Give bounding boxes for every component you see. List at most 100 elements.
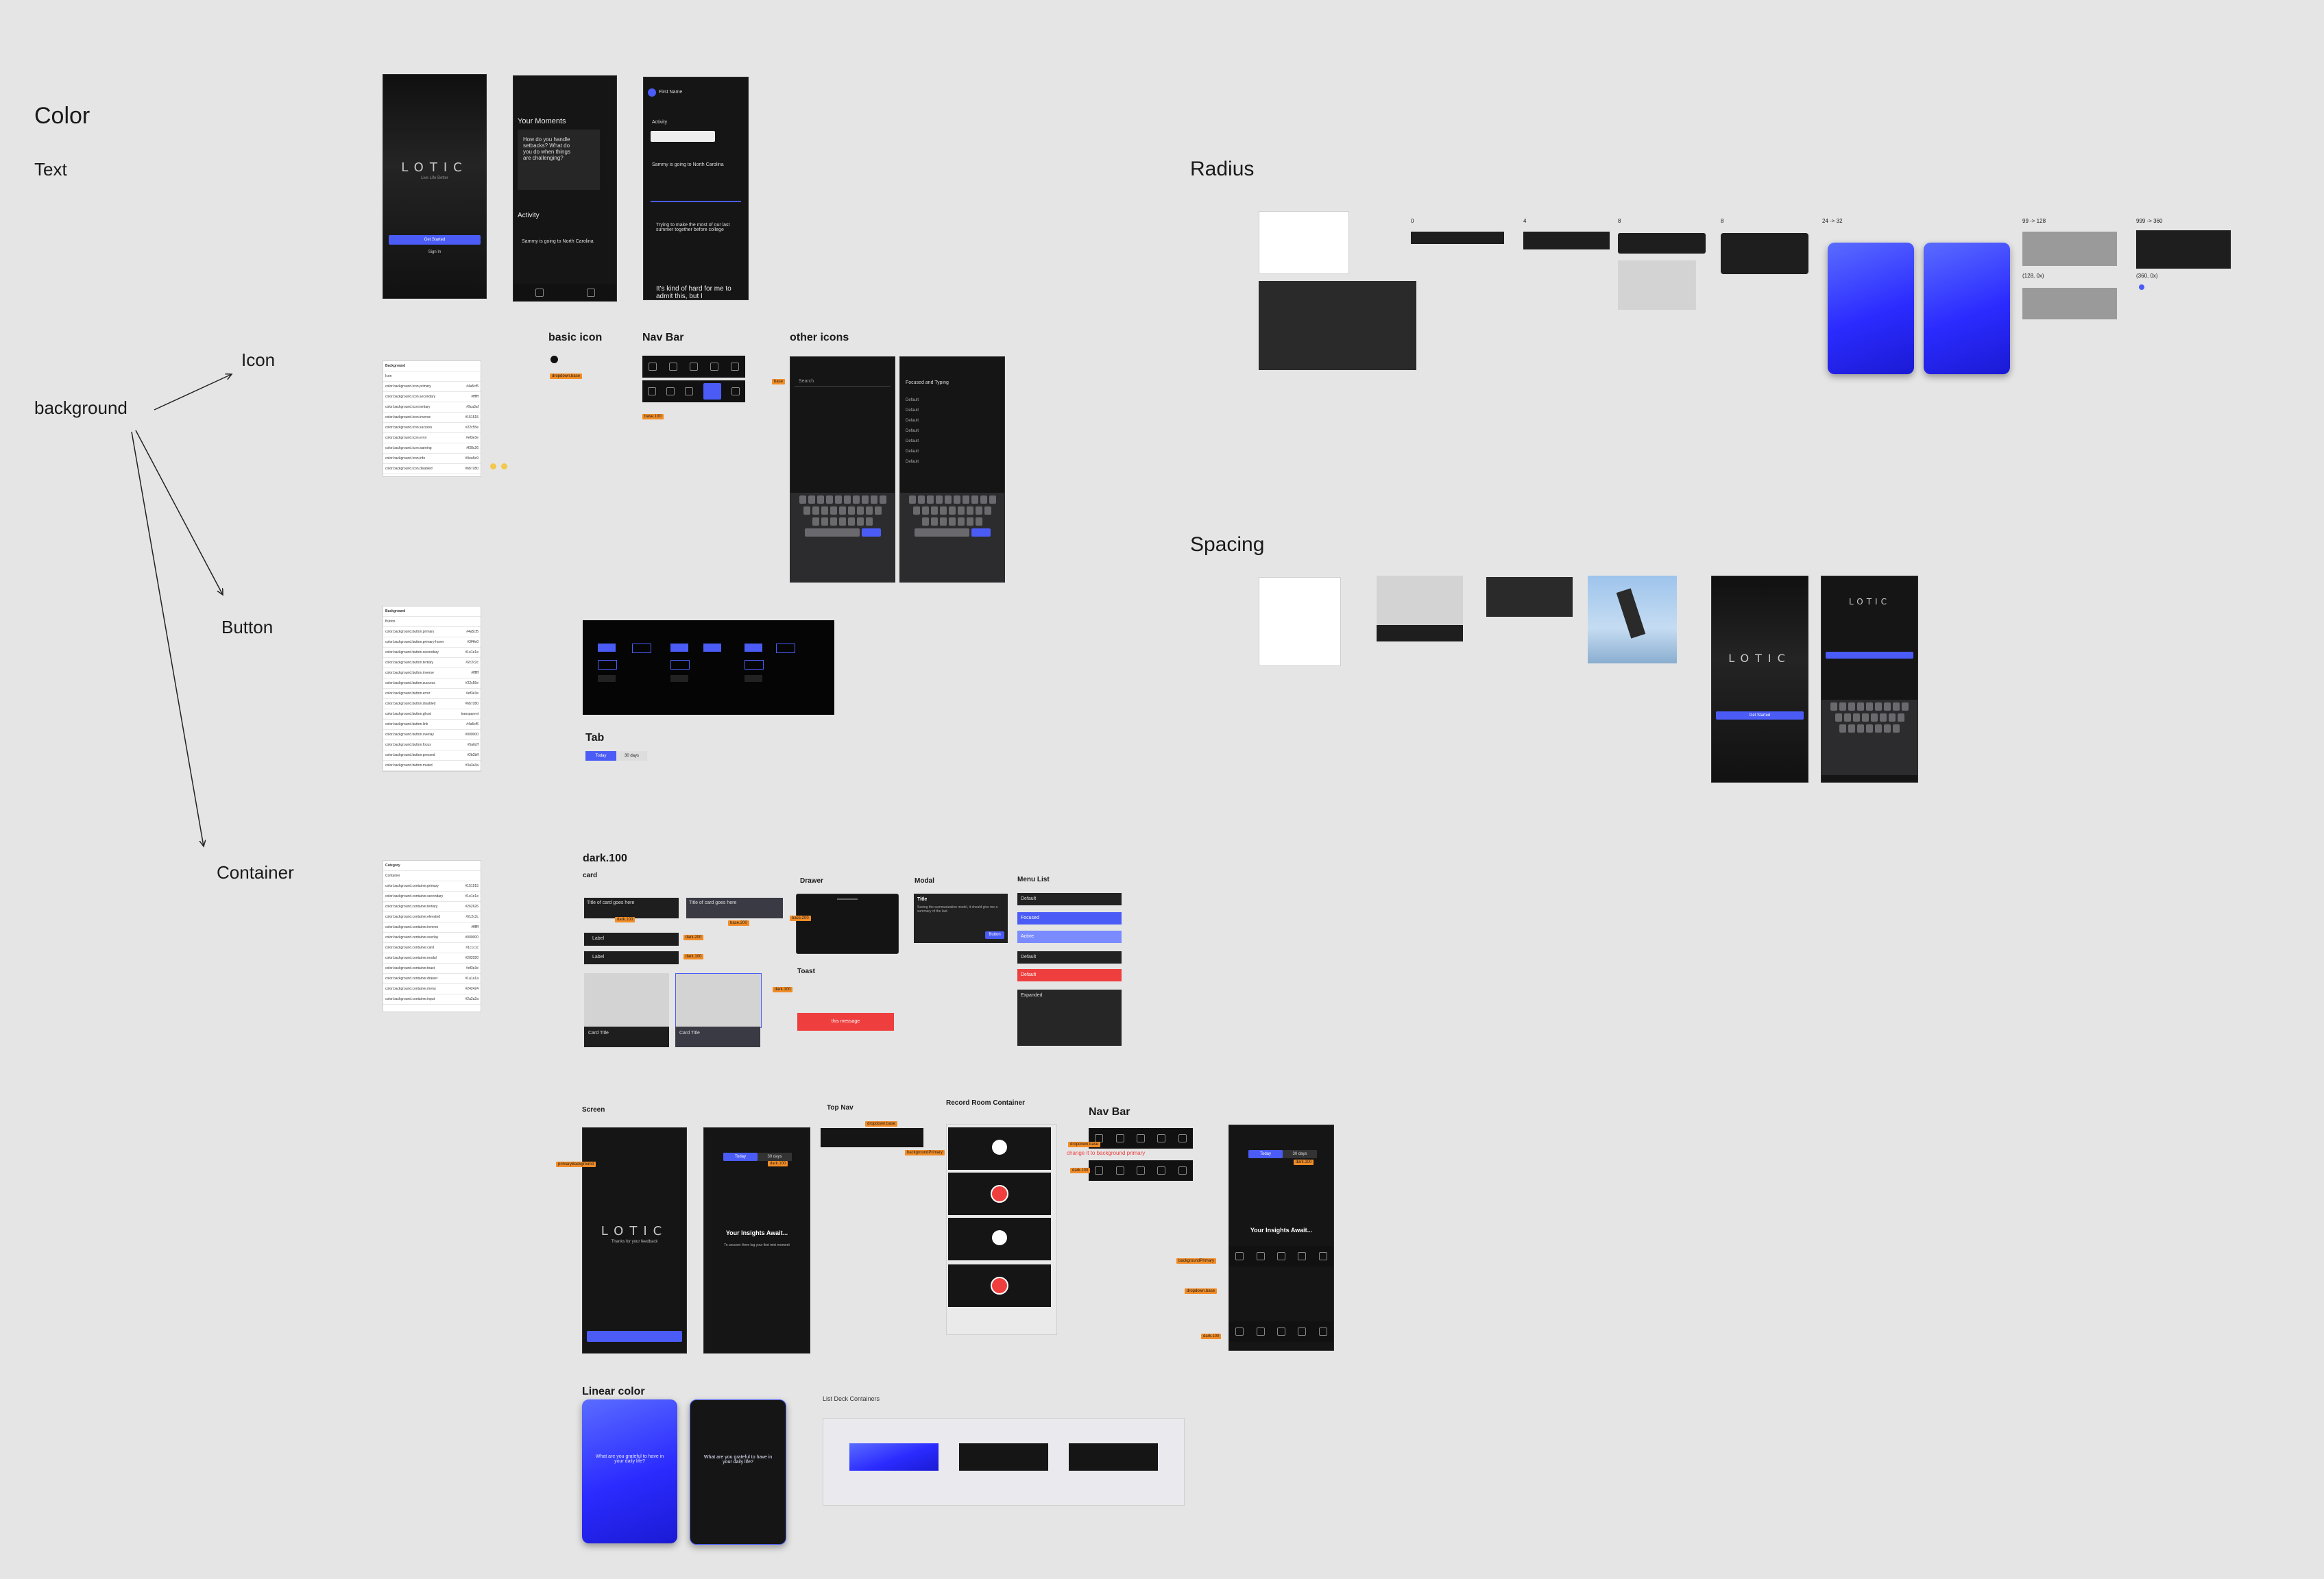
menu-item-active[interactable]: Active	[1017, 931, 1122, 943]
menu-item-focused[interactable]: Focused	[1017, 912, 1122, 925]
radius-label: 99 -> 128	[2022, 218, 2046, 224]
nav-bar	[1229, 1246, 1333, 1266]
radius-label: 8	[1721, 218, 1724, 224]
home-icon[interactable]	[535, 289, 544, 297]
search-input[interactable]: Search	[799, 379, 814, 384]
radius-sample	[2022, 232, 2117, 266]
icon-token-table: Background Icon color.background.icon.pr…	[383, 360, 481, 477]
label-row[interactable]: Label	[584, 933, 679, 946]
lotic-tagline: Live Life Better	[420, 176, 449, 180]
book-icon[interactable]	[690, 363, 698, 371]
record-room-title: Record Room Container	[946, 1099, 1026, 1107]
primary-button[interactable]	[703, 644, 721, 652]
drawer-handle[interactable]	[837, 898, 858, 900]
deck-card-dark[interactable]	[959, 1443, 1048, 1471]
book-icon[interactable]	[684, 387, 693, 395]
person-icon[interactable]	[703, 383, 722, 400]
token-tag: backgroundPrimary	[905, 1150, 945, 1155]
toast-message[interactable]: this message	[797, 1013, 894, 1031]
done-button[interactable]	[587, 1331, 682, 1342]
spacing-sample	[1377, 576, 1463, 625]
video-card[interactable]	[948, 1218, 1051, 1260]
tab-30days[interactable]: 30 days	[1283, 1150, 1317, 1158]
first-name: First Name	[659, 90, 683, 95]
radius-sample	[2022, 288, 2117, 319]
activity-item[interactable]: Sammy is going to North Carolina	[522, 239, 594, 244]
outline-button[interactable]	[776, 644, 795, 653]
home-icon[interactable]	[649, 363, 657, 371]
space-key[interactable]	[914, 528, 969, 537]
token-tag: primaryBackground	[556, 1162, 596, 1167]
modal-button[interactable]: Button	[985, 931, 1004, 939]
sign-in-link[interactable]: Sign In	[383, 250, 486, 254]
tab-30days[interactable]: 30 days	[616, 751, 647, 761]
menu-item-expanded[interactable]: Expanded	[1017, 990, 1122, 1046]
nav-bar-title: Nav Bar	[642, 332, 684, 343]
home-icon[interactable]	[647, 387, 656, 395]
image-card-focused[interactable]: Card Title	[675, 1027, 760, 1047]
sign-in-button[interactable]	[1826, 652, 1913, 659]
menu-item-default[interactable]: Default	[1017, 951, 1122, 964]
image-card[interactable]: Card Title	[584, 1027, 669, 1047]
get-started-button[interactable]: Get Started	[1716, 711, 1804, 720]
dark100-title: dark.100	[583, 853, 627, 864]
gradient-card-dark[interactable]: What are you grateful to have in your da…	[690, 1399, 786, 1545]
profile-icon[interactable]	[586, 289, 595, 297]
label-row[interactable]: Label	[584, 951, 679, 964]
get-started-button[interactable]: Get Started	[389, 235, 481, 245]
tab-today[interactable]: Today	[1248, 1150, 1283, 1158]
record-card[interactable]	[948, 1127, 1051, 1170]
menu-item-default[interactable]: Default	[1017, 893, 1122, 905]
primary-button[interactable]	[670, 644, 688, 652]
gradient-card[interactable]: What are you grateful to have in your da…	[582, 1399, 677, 1543]
user-icon[interactable]	[731, 387, 740, 395]
default-list: Default Default Default Default Default Defau…	[906, 398, 919, 464]
card-default[interactable]: Title of card goes here	[584, 898, 679, 918]
primary-button[interactable]	[745, 644, 762, 652]
ghost-button[interactable]	[670, 675, 688, 682]
outline-button[interactable]	[670, 660, 690, 670]
radius-label: 24 -> 32	[1822, 218, 1843, 224]
done-key[interactable]	[861, 528, 881, 537]
outline-button[interactable]	[598, 660, 617, 670]
user-icon[interactable]	[731, 363, 739, 371]
radius-sample	[2136, 230, 2231, 269]
drawer	[796, 894, 899, 954]
token-tag: base	[772, 379, 786, 384]
avatar[interactable]	[648, 88, 656, 97]
token-tag: dark.100	[683, 954, 704, 959]
button-showcase	[583, 620, 834, 715]
tab-30days[interactable]: 30 days	[758, 1153, 792, 1161]
image-placeholder-focused	[675, 973, 762, 1028]
space-key[interactable]	[804, 528, 860, 537]
primary-button[interactable]	[598, 644, 616, 652]
card-focused[interactable]: Title of card goes here	[686, 898, 783, 918]
menu-item-error[interactable]: Default	[1017, 969, 1122, 981]
tab-switcher: Today 30 days	[585, 751, 647, 761]
activity-item-2[interactable]: Sammy is going to North Carolina	[652, 162, 724, 167]
outline-button[interactable]	[632, 644, 651, 653]
pin-icon[interactable]	[666, 387, 675, 395]
deck-card-dark-2[interactable]	[1069, 1443, 1158, 1471]
nav-bar-default	[642, 356, 745, 378]
pin-icon[interactable]	[669, 363, 677, 371]
nav-bar-dark-2	[1089, 1160, 1193, 1181]
record-card-active[interactable]	[948, 1173, 1051, 1215]
container-label: Container	[217, 862, 294, 883]
person-icon[interactable]	[710, 363, 718, 371]
record-room-container	[946, 1124, 1057, 1335]
deck-card-gradient[interactable]	[849, 1443, 939, 1471]
ghost-button[interactable]	[745, 675, 762, 682]
button-token-table: Background Button color.background.butto…	[383, 606, 481, 772]
tab-today[interactable]: Today	[723, 1153, 758, 1161]
moment-question: How do you handle setbacks? What do you …	[523, 136, 570, 161]
radius-sample	[1523, 232, 1610, 249]
spacing-splash-phone: LOTIC Get Started	[1711, 576, 1808, 783]
done-key[interactable]	[971, 528, 991, 537]
modal-title: Title	[917, 897, 928, 902]
tab-today[interactable]: Today	[585, 751, 616, 761]
token-tag: backgroundPrimary	[1176, 1258, 1217, 1264]
video-card-active[interactable]	[948, 1264, 1051, 1307]
outline-button[interactable]	[745, 660, 764, 670]
ghost-button[interactable]	[598, 675, 616, 682]
